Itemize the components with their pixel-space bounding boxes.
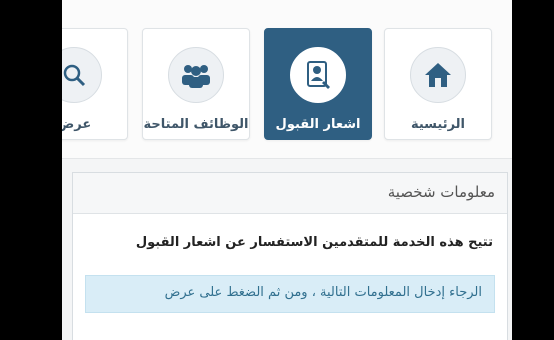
app-frame: الرئيسية اشعار القبول الوظائف المتاحة عر…	[62, 0, 512, 340]
service-description: تتيح هذه الخدمة للمتقدمين الاستفسار عن ا…	[135, 235, 493, 250]
nav-available-jobs-label: الوظائف المتاحة	[143, 117, 249, 132]
nav-view[interactable]: عرض	[62, 28, 128, 140]
panel-title: معلومات شخصية	[387, 183, 495, 201]
available-jobs-icon	[168, 47, 224, 103]
nav-available-jobs[interactable]: الوظائف المتاحة	[142, 28, 250, 140]
nav-acceptance-notice[interactable]: اشعار القبول	[264, 28, 372, 140]
acceptance-notice-icon	[290, 47, 346, 103]
personal-info-panel: معلومات شخصية تتيح هذه الخدمة للمتقدمين …	[72, 172, 508, 340]
nav-view-label: عرض	[62, 117, 92, 132]
view-icon	[62, 47, 102, 103]
home-icon	[410, 47, 466, 103]
nav-strip: الرئيسية اشعار القبول الوظائف المتاحة عر…	[62, 0, 512, 159]
info-alert-text: الرجاء إدخال المعلومات التالية ، ومن ثم …	[164, 285, 482, 300]
nav-home[interactable]: الرئيسية	[384, 28, 492, 140]
panel-header: معلومات شخصية	[73, 173, 507, 214]
info-alert: الرجاء إدخال المعلومات التالية ، ومن ثم …	[85, 275, 495, 313]
nav-home-label: الرئيسية	[410, 117, 466, 132]
nav-acceptance-notice-label: اشعار القبول	[275, 117, 361, 132]
